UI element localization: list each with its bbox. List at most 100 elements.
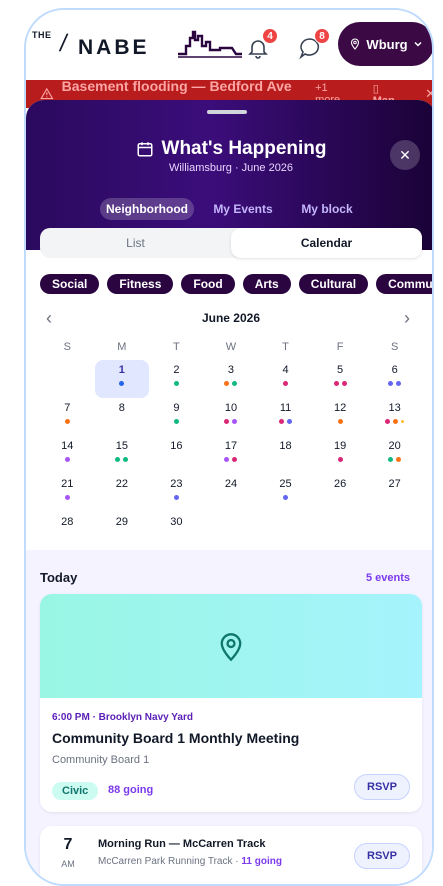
- calendar-day-5[interactable]: 5: [313, 360, 368, 398]
- event-list-item[interactable]: 7 AM Morning Run — McCarren Track McCarr…: [40, 826, 422, 884]
- event-image: [40, 594, 422, 698]
- sheet-title: What's Happening: [26, 138, 432, 160]
- chip-arts[interactable]: Arts: [242, 274, 291, 294]
- calendar-day-10[interactable]: 10: [204, 398, 259, 436]
- calendar-day-27[interactable]: 27: [367, 474, 422, 512]
- chip-fitness[interactable]: Fitness: [107, 274, 174, 294]
- event-organizer: Community Board 1: [52, 754, 150, 766]
- event-row-subtitle: McCarren Park Running Track · 11 going: [98, 856, 282, 867]
- view-toggle: List Calendar: [40, 228, 422, 258]
- calendar-day-17[interactable]: 17: [204, 436, 259, 474]
- event-going-count: 88 going: [108, 784, 154, 796]
- calendar-week: 7 8 9 10 11 12 13: [40, 398, 422, 436]
- calendar-day-12[interactable]: 12: [313, 398, 368, 436]
- event-row-title: Morning Run — McCarren Track: [98, 838, 266, 850]
- sheet-title-text: What's Happening: [161, 138, 327, 159]
- chip-food[interactable]: Food: [181, 274, 235, 294]
- calendar-day-28[interactable]: 28: [40, 512, 95, 550]
- calendar-day-29[interactable]: 29: [95, 512, 150, 550]
- calendar-day-19[interactable]: 19: [313, 436, 368, 474]
- calendar-week: 1 2 3 4 5 6: [40, 360, 422, 398]
- logo-slash: /: [57, 30, 70, 57]
- close-sheet-button[interactable]: ✕: [390, 140, 420, 170]
- calendar-day-20[interactable]: 20: [367, 436, 422, 474]
- event-date-ampm: AM: [61, 859, 75, 869]
- sheet-subtitle: Williamsburg · June 2026: [168, 162, 294, 174]
- phone-frame: THE / NABE 4 8 Wburg Basement flooding —…: [24, 8, 434, 886]
- calendar-grid: S M T W T F S 1 2 3 4 5 6 7 8 9 10 11 12…: [40, 334, 422, 550]
- event-time-place: 6:00 PM · Brooklyn Navy Yard: [52, 712, 193, 723]
- logo-the: THE: [32, 30, 52, 40]
- chip-social[interactable]: Social: [40, 274, 100, 294]
- weekday-label: M: [117, 341, 127, 353]
- warning-icon: [40, 87, 54, 100]
- calendar-day-empty: [40, 360, 95, 398]
- calendar-day-15[interactable]: 15: [95, 436, 150, 474]
- rsvp-button[interactable]: RSVP: [354, 843, 410, 869]
- today-title: Today: [40, 570, 78, 585]
- chevron-down-icon: [414, 41, 422, 47]
- today-event-count[interactable]: 5 events: [366, 572, 410, 584]
- calendar-day-7[interactable]: 7: [40, 398, 95, 436]
- event-title: Community Board 1 Monthly Meeting: [52, 730, 300, 746]
- calendar-day-21[interactable]: 21: [40, 474, 95, 512]
- map-icon: ▯: [372, 82, 379, 95]
- today-section: Today 5 events 6:00 PM · Brooklyn Navy Y…: [26, 550, 432, 884]
- map-pin-icon: [220, 633, 242, 662]
- calendar-week: 21 22 23 24 25 26 27: [40, 474, 422, 512]
- weekday-label: F: [336, 341, 344, 353]
- view-list-button[interactable]: List: [40, 228, 231, 258]
- weekday-label: T: [173, 341, 180, 353]
- tab-my-block[interactable]: My block: [290, 198, 364, 220]
- event-tag: Civic: [52, 782, 99, 800]
- calendar-month-label: June 2026: [201, 311, 261, 325]
- weekday-label: W: [225, 341, 237, 353]
- calendar-day-16[interactable]: 16: [149, 436, 204, 474]
- calendar-day-4[interactable]: 4: [258, 360, 313, 398]
- calendar-day-3[interactable]: 3: [204, 360, 259, 398]
- calendar-day-18[interactable]: 18: [258, 436, 313, 474]
- calendar-day-23[interactable]: 23: [149, 474, 204, 512]
- calendar-day-26[interactable]: 26: [313, 474, 368, 512]
- event-date-number: 7: [63, 836, 73, 853]
- calendar-day-22[interactable]: 22: [95, 474, 150, 512]
- logo-wordmark: NABE: [78, 36, 150, 59]
- calendar-day-13[interactable]: 13: [367, 398, 422, 436]
- messages-badge: 8: [314, 28, 330, 44]
- location-pin-icon: [351, 38, 360, 50]
- location-label: Wburg: [366, 36, 408, 52]
- calendar-day-6[interactable]: 6: [367, 360, 422, 398]
- event-row-place: McCarren Park Running Track ·: [98, 856, 242, 867]
- featured-event-card[interactable]: 6:00 PM · Brooklyn Navy Yard Community B…: [40, 594, 422, 812]
- weekday-header: S M T W T F S: [40, 334, 422, 360]
- weekday-label: S: [390, 341, 399, 353]
- category-chips: Social Fitness Food Arts Cultural Commun…: [40, 274, 432, 294]
- notifications-badge: 4: [262, 28, 278, 44]
- location-selector-button[interactable]: Wburg: [338, 22, 432, 66]
- event-row-going: 11 going: [241, 856, 282, 867]
- calendar-day-2[interactable]: 2: [149, 360, 204, 398]
- calendar-day-24[interactable]: 24: [204, 474, 259, 512]
- view-calendar-button[interactable]: Calendar: [231, 228, 422, 258]
- calendar-day-11[interactable]: 11: [258, 398, 313, 436]
- weekday-label: S: [63, 341, 71, 353]
- calendar-day-14[interactable]: 14: [40, 436, 95, 474]
- tab-neighborhood[interactable]: Neighborhood: [100, 198, 194, 220]
- drag-handle[interactable]: [207, 110, 247, 114]
- weekday-label: T: [282, 341, 289, 353]
- chip-community[interactable]: Community: [376, 274, 432, 294]
- calendar-week: 14 15 16 17 18 19 20: [40, 436, 422, 474]
- chip-cultural[interactable]: Cultural: [298, 274, 369, 294]
- next-month-icon[interactable]: ›: [404, 308, 410, 329]
- skyline-logo-icon: [178, 30, 242, 58]
- calendar-header: ‹ June 2026 ›: [26, 308, 432, 332]
- calendar-day-30[interactable]: 30: [149, 512, 204, 550]
- event-date: 7 AM: [52, 836, 84, 872]
- tab-my-events[interactable]: My Events: [206, 198, 280, 220]
- events-sheet: What's Happening Williamsburg · June 202…: [26, 100, 432, 884]
- calendar-day-25[interactable]: 25: [258, 474, 313, 512]
- calendar-day-9[interactable]: 9: [149, 398, 204, 436]
- rsvp-button[interactable]: RSVP: [354, 774, 410, 800]
- calendar-day-8[interactable]: 8: [95, 398, 150, 436]
- calendar-day-1[interactable]: 1: [94, 360, 150, 398]
